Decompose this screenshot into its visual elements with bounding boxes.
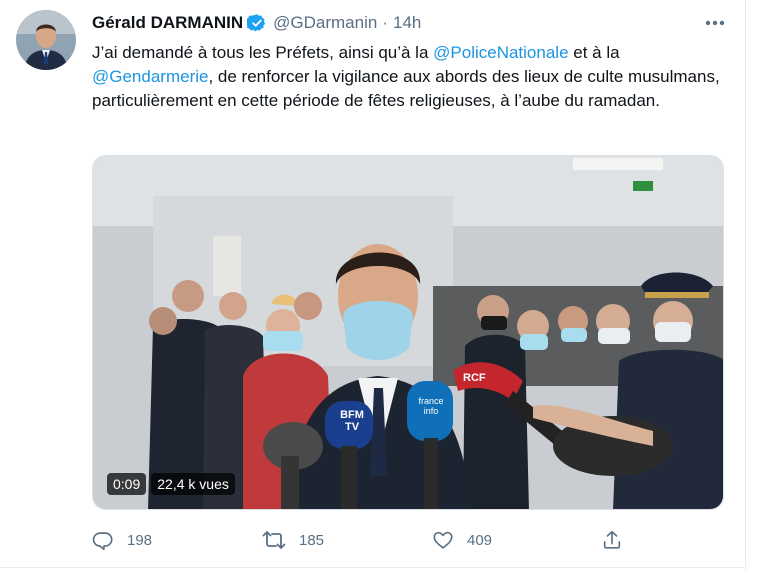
reply-button[interactable]: 198: [92, 527, 152, 553]
heart-icon: [433, 531, 453, 549]
right-border: [745, 0, 746, 570]
mic-label-franceinfo: france info: [418, 396, 444, 416]
separator-dot: ·: [382, 13, 388, 32]
retweet-button[interactable]: 185: [262, 527, 324, 553]
reply-icon: [92, 532, 113, 550]
retweet-icon: [262, 531, 286, 549]
like-count: 409: [467, 531, 493, 549]
author-name[interactable]: Gérald DARMANIN: [92, 13, 243, 33]
tweet-text-part: J’ai demandé à tous les Préfets, ainsi q…: [92, 43, 434, 62]
video-player[interactable]: BFM TV france info RCF: [92, 155, 724, 510]
action-bar: 198 185 409: [0, 527, 746, 553]
tweet-text: J’ai demandé à tous les Préfets, ainsi q…: [92, 41, 732, 113]
tweet-time[interactable]: 14h: [393, 13, 421, 33]
share-button[interactable]: [601, 527, 636, 553]
video-views: 22,4 k vues: [151, 473, 235, 495]
tweet-header: Gérald DARMANIN @GDarmanin · 14h: [92, 12, 421, 34]
like-button[interactable]: 409: [432, 527, 492, 553]
reply-count: 198: [127, 531, 153, 549]
video-overlay: 0:09 22,4 k vues: [107, 473, 235, 495]
avatar[interactable]: [16, 10, 76, 70]
author-handle[interactable]: @GDarmanin: [273, 13, 377, 33]
share-icon: [603, 530, 621, 549]
tweet-text-part: et à la: [568, 43, 620, 62]
verified-badge-icon: [245, 13, 267, 33]
mention-police-nationale[interactable]: @PoliceNationale: [433, 43, 568, 62]
bottom-border: [0, 567, 746, 568]
retweet-count: 185: [299, 531, 325, 549]
mic-label-bfm: BFM TV: [340, 409, 364, 433]
mic-label-rcf: RCF: [463, 372, 486, 384]
more-horizontal-icon[interactable]: [702, 12, 728, 34]
mention-gendarmerie[interactable]: @Gendarmerie: [92, 67, 208, 86]
video-duration: 0:09: [107, 473, 147, 495]
